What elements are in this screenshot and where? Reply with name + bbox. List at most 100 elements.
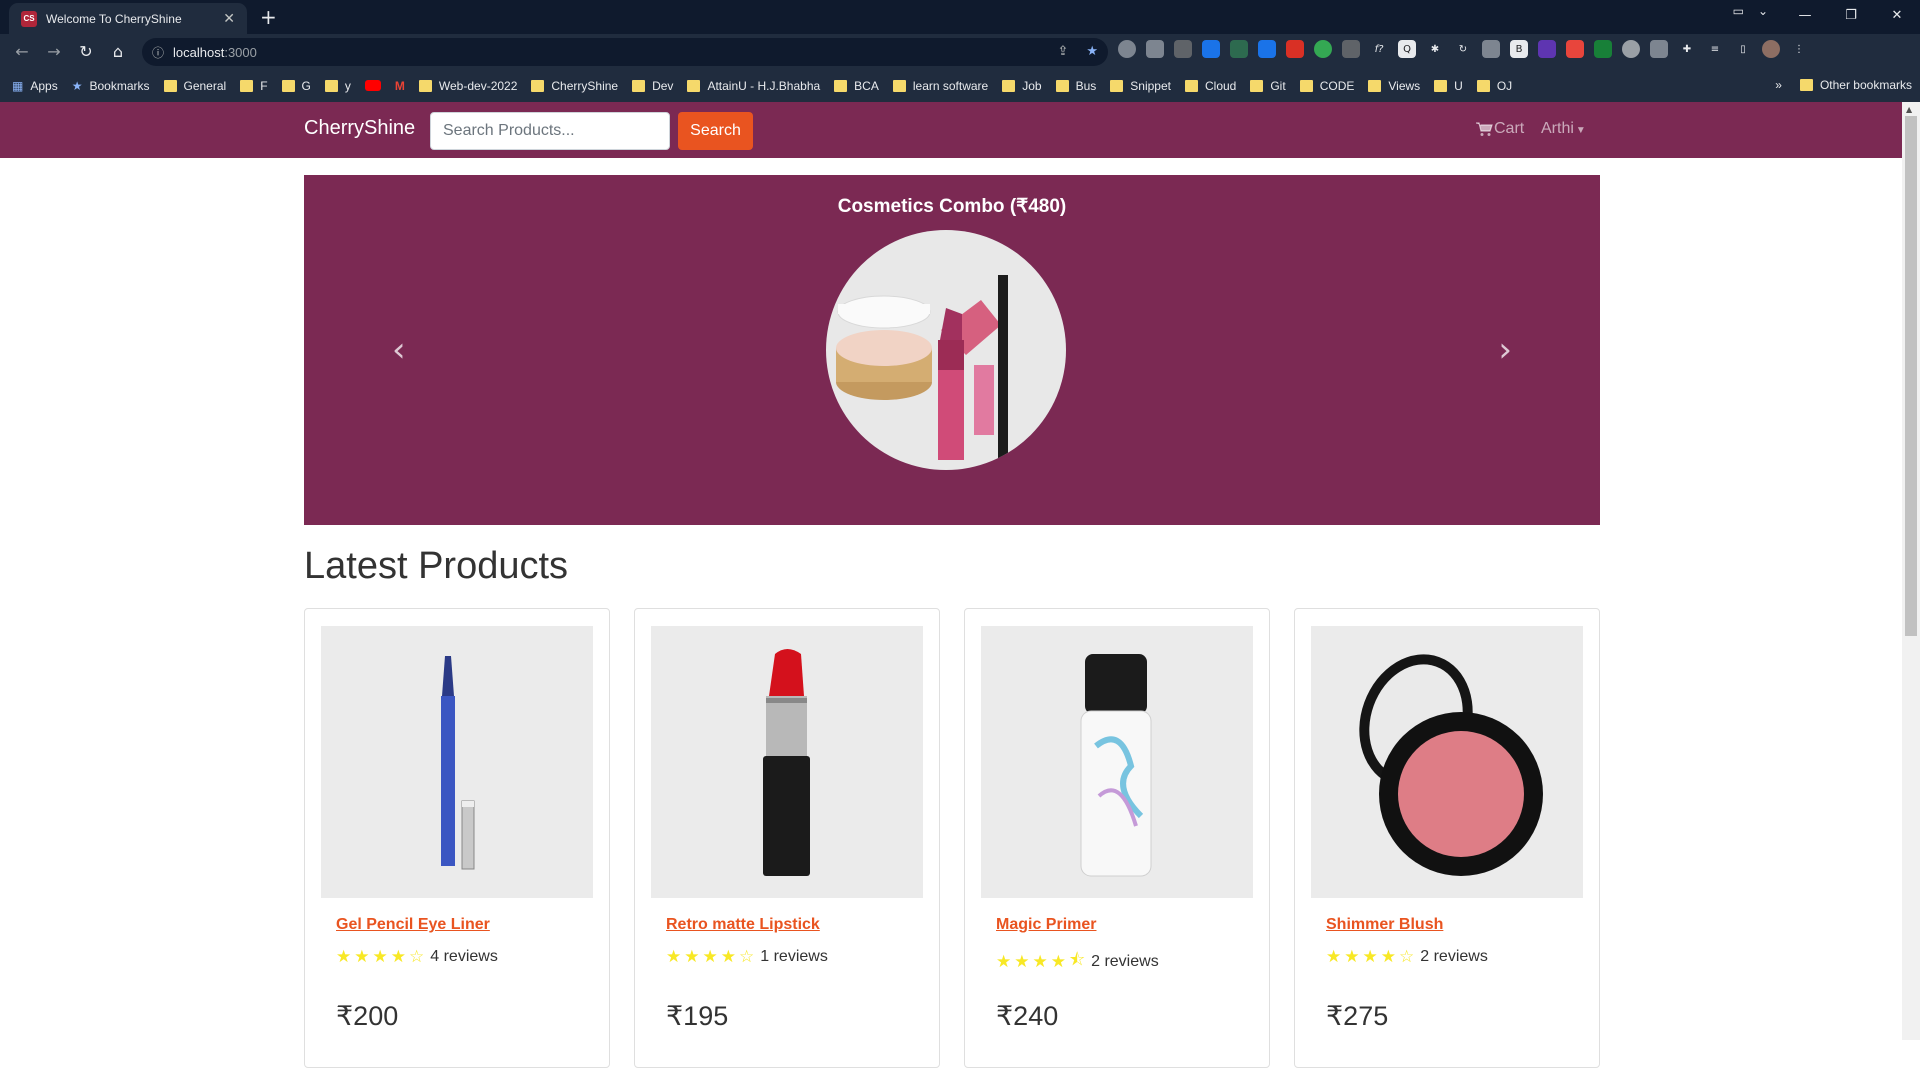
chevron-down-icon[interactable]: ⌄ [1758,4,1768,18]
reload-icon[interactable]: ↻ [70,42,102,61]
page-scrollbar[interactable]: ▲ [1902,102,1920,1040]
carousel-image[interactable] [826,230,1066,470]
pen-icon[interactable] [1258,40,1276,58]
bookmark-folder[interactable]: learn software [892,79,988,93]
new-tab-icon[interactable]: + [260,5,277,29]
other-bookmarks[interactable]: » Other bookmarks [1775,78,1912,92]
folder-icon [1434,79,1448,92]
product-carousel: Cosmetics Combo (₹480) ‹ › [304,175,1600,525]
bookmark-youtube[interactable] [364,80,381,91]
restore-icon[interactable]: ❐ [1828,0,1874,30]
bookmark-folder[interactable]: Snippet [1110,79,1171,93]
user-dropdown[interactable]: Arthi ▼ [1541,120,1586,138]
bookmarks-bar: ▦ Apps ★ Bookmarks General F G y M Web-dev… [0,69,1920,102]
window-controls: — ❐ ✕ [1782,0,1920,30]
bookmark-folder[interactable]: AttainU - H.J.Bhabha [687,79,820,93]
bookmark-folder[interactable]: Web-dev-2022 [418,79,517,93]
reading-list-icon[interactable]: ≡ [1706,40,1724,58]
folder-icon [1299,79,1313,92]
scroll-up-icon[interactable]: ▲ [1906,105,1912,114]
bookmark-folder[interactable]: BCA [834,79,879,93]
refresh-icon[interactable]: ↻ [1454,40,1472,58]
gear-icon[interactable]: ✱ [1426,40,1444,58]
info-icon[interactable]: ⓘ [152,44,164,61]
carousel-next-icon[interactable]: › [1498,330,1512,370]
browser-tab[interactable]: CS Welcome To CherryShine ✕ [9,3,247,34]
bookmark-folder[interactable]: OJ [1476,79,1512,93]
extension-icon[interactable] [1230,40,1248,58]
section-title: Latest Products [304,545,569,587]
product-image[interactable] [651,626,923,898]
star-full-icon: ★ [1050,951,1066,972]
shield-icon[interactable] [1174,40,1192,58]
product-image[interactable] [1311,626,1583,898]
carousel-prev-icon[interactable]: ‹ [392,330,406,370]
tab-search-icon[interactable]: ▭ [1733,4,1744,18]
extension-icon[interactable] [1314,40,1332,58]
lipstick-image [763,649,810,876]
primer-image [1080,654,1152,877]
tab-title: Welcome To CherryShine [46,11,182,26]
extension-icon[interactable]: Q [1398,40,1416,58]
search-input[interactable] [430,112,670,150]
bookmark-folder[interactable]: U [1434,79,1463,93]
folder-icon [1799,79,1813,91]
forward-icon[interactable]: → [38,42,70,61]
product-title[interactable]: Shimmer Blush [1326,916,1443,934]
bookmark-folder[interactable]: General [163,79,226,93]
extension-icon[interactable] [1566,40,1584,58]
extension-icon[interactable] [1538,40,1556,58]
extension-icon[interactable] [1118,40,1136,58]
home-icon[interactable]: ⌂ [102,42,134,61]
bookmark-folder[interactable]: Job [1002,79,1042,93]
bookmark-folder[interactable]: CODE [1299,79,1354,93]
bookmark-folder[interactable]: Git [1250,79,1286,93]
close-window-icon[interactable]: ✕ [1874,0,1920,30]
back-icon[interactable]: ← [6,42,38,61]
product-price: ₹275 [1326,1001,1389,1031]
extension-icon[interactable] [1286,40,1304,58]
menu-icon[interactable]: ⋮ [1790,40,1808,58]
brand-logo[interactable]: CherryShine [304,117,415,140]
function-icon[interactable]: f? [1370,40,1388,58]
bookmark-apps[interactable]: ▦ Apps [12,79,58,93]
cart-link[interactable]: Cart [1476,120,1524,138]
star-full-icon: ★ [336,947,352,967]
bookmark-folder[interactable]: CherryShine [531,79,618,93]
extension-icon[interactable] [1146,40,1164,58]
product-image[interactable] [981,626,1253,898]
scroll-thumb[interactable] [1905,116,1917,636]
bookmark-folder[interactable]: y [324,79,351,93]
chevron-right-icon[interactable]: » [1775,78,1782,92]
puzzle-icon[interactable]: ✚ [1678,40,1696,58]
bookmark-folder[interactable]: F [240,79,268,93]
bookmark-star-icon[interactable]: ★ [1086,44,1098,59]
youtube-icon [364,80,381,91]
side-panel-icon[interactable]: ▯ [1734,40,1752,58]
extension-icon[interactable] [1650,40,1668,58]
share-icon[interactable]: ⇪ [1057,44,1068,59]
bookmark-folder[interactable]: Bus [1055,79,1096,93]
address-bar[interactable]: ⓘ localhost:3000 ⇪ ★ [142,38,1108,66]
bookmark-folder[interactable]: G [281,79,311,93]
search-button[interactable]: Search [678,112,753,150]
extension-icon[interactable] [1202,40,1220,58]
avatar[interactable] [1762,40,1780,58]
bookmark-folder[interactable]: Cloud [1184,79,1236,93]
bookmark-gmail[interactable]: M [395,79,405,93]
extension-icon[interactable] [1342,40,1360,58]
close-icon[interactable]: ✕ [223,11,235,27]
extension-icon[interactable] [1622,40,1640,58]
bookmark-folder[interactable]: Views [1368,79,1420,93]
bookmark-bookmarks[interactable]: ★ Bookmarks [72,79,150,93]
product-title[interactable]: Gel Pencil Eye Liner [336,916,490,934]
product-image[interactable] [321,626,593,898]
product-title[interactable]: Retro matte Lipstick [666,916,820,934]
extension-icon[interactable] [1594,40,1612,58]
bookmark-folder[interactable]: Dev [632,79,673,93]
extension-icon[interactable]: B [1510,40,1528,58]
minimize-icon[interactable]: — [1782,0,1828,30]
product-title[interactable]: Magic Primer [996,916,1096,934]
extension-icon[interactable] [1482,40,1500,58]
folder-icon [1184,79,1198,92]
